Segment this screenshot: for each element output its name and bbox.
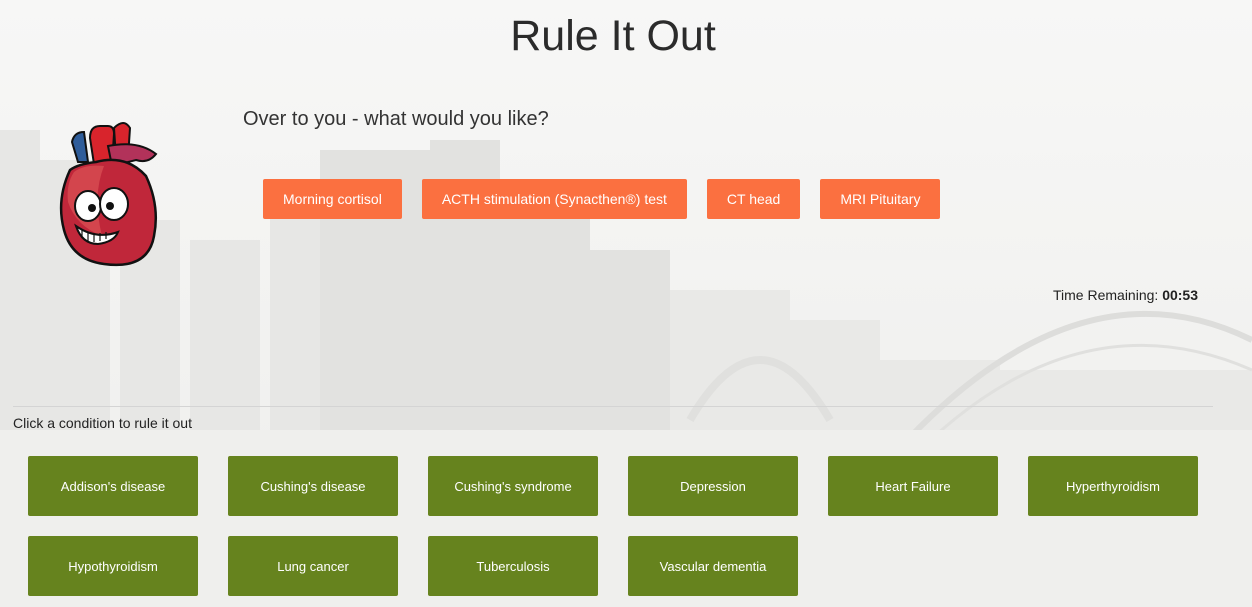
timer-label: Time Remaining: [1053, 287, 1159, 303]
choice-ct-head-button[interactable]: CT head [706, 179, 801, 219]
condition-cushings-syndrome-button[interactable]: Cushing's syndrome [428, 456, 598, 516]
investigation-choices: Morning cortisol ACTH stimulation (Synac… [263, 179, 941, 219]
heart-mascot-icon [52, 110, 164, 268]
condition-vascular-dementia-button[interactable]: Vascular dementia [628, 536, 798, 596]
choice-mri-pituitary-button[interactable]: MRI Pituitary [820, 179, 941, 219]
page-title: Rule It Out [510, 12, 716, 60]
timer-value: 00:53 [1162, 287, 1198, 303]
condition-hyperthyroidism-button[interactable]: Hyperthyroidism [1028, 456, 1198, 516]
condition-addisons-disease-button[interactable]: Addison's disease [28, 456, 198, 516]
condition-grid: Addison's disease Cushing's disease Cush… [28, 456, 1218, 596]
condition-instruction: Click a condition to rule it out [13, 415, 192, 431]
section-divider [13, 406, 1213, 407]
condition-depression-button[interactable]: Depression [628, 456, 798, 516]
condition-cushings-disease-button[interactable]: Cushing's disease [228, 456, 398, 516]
game-page: Rule It Out Over to you - what would you… [0, 0, 1252, 607]
question-prompt: Over to you - what would you like? [243, 108, 549, 130]
condition-lung-cancer-button[interactable]: Lung cancer [228, 536, 398, 596]
time-remaining: Time Remaining: 00:53 [1053, 287, 1198, 303]
condition-tuberculosis-button[interactable]: Tuberculosis [428, 536, 598, 596]
condition-heart-failure-button[interactable]: Heart Failure [828, 456, 998, 516]
choice-acth-stimulation-button[interactable]: ACTH stimulation (Synacthen®) test [421, 179, 687, 219]
condition-hypothyroidism-button[interactable]: Hypothyroidism [28, 536, 198, 596]
choice-morning-cortisol-button[interactable]: Morning cortisol [263, 179, 402, 219]
